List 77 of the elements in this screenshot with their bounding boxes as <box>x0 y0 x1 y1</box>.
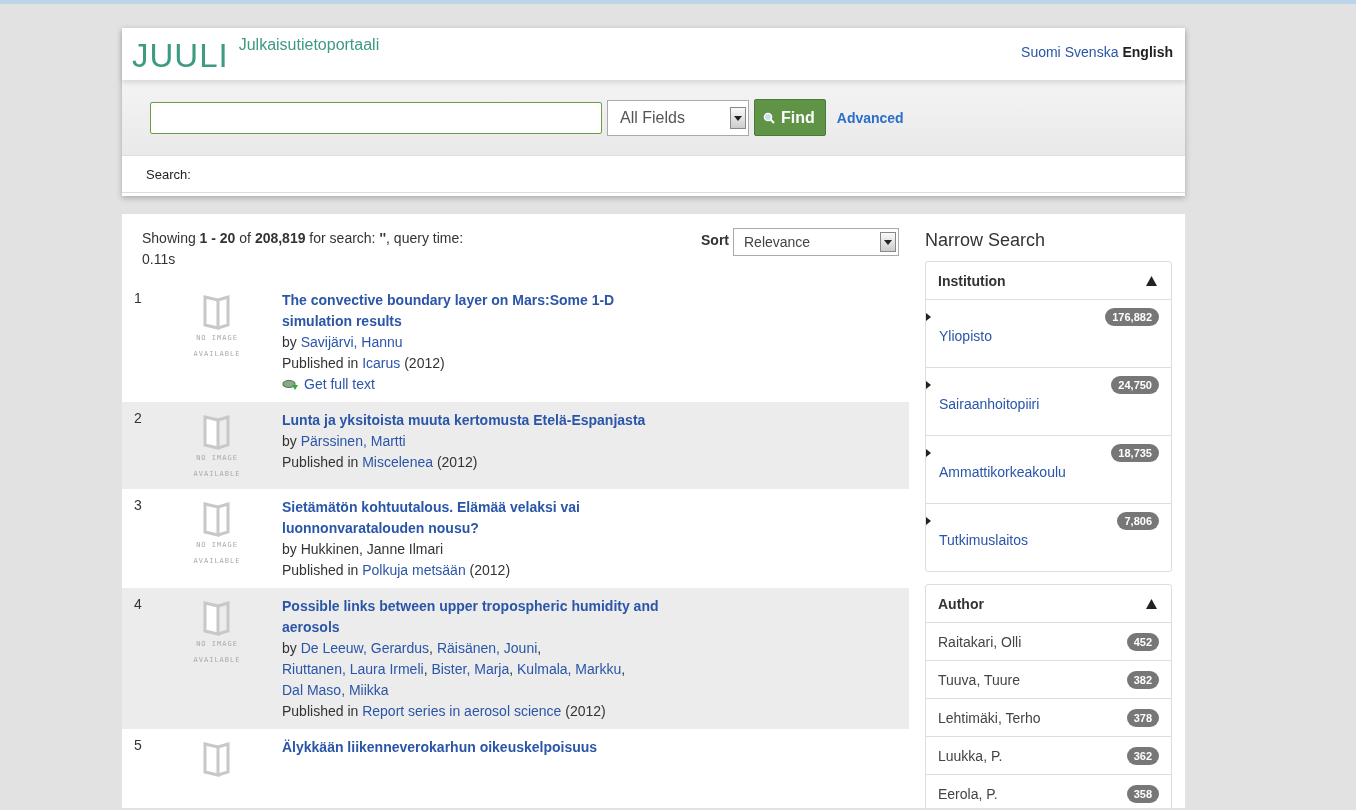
published-in-label: Published in <box>282 454 359 470</box>
result-title-link[interactable]: Possible links between upper tropospheric humidity and aerosols <box>282 596 672 638</box>
result-number: 4 <box>134 596 143 614</box>
result-number: 3 <box>134 497 143 515</box>
publication-year: (2012) <box>565 703 606 719</box>
expand-arrow-icon[interactable] <box>926 381 931 389</box>
publication-year: (2012) <box>404 355 445 371</box>
expand-arrow-icon[interactable] <box>926 449 931 457</box>
count-badge: 18,735 <box>1111 444 1159 462</box>
language-link[interactable]: Suomi <box>1021 44 1061 60</box>
journal-link[interactable]: Icarus <box>362 355 401 371</box>
published-in-label: Published in <box>282 562 359 578</box>
count-badge: 358 <box>1126 784 1159 803</box>
facet-title[interactable]: Author <box>938 595 984 612</box>
facet-item[interactable]: Tuuva, Tuure <box>938 671 1020 688</box>
facet-link[interactable]: Yliopisto <box>939 328 992 344</box>
book-placeholder-icon <box>202 741 232 777</box>
publication-year: (2012) <box>469 562 511 578</box>
author-link[interactable]: Dal Maso, Miikka <box>282 682 389 698</box>
result-title-link[interactable]: Lunta ja yksitoista muuta kertomusta Etelä-Espanjasta <box>282 410 672 431</box>
search-type-dropdown[interactable]: All Fields <box>607 99 749 136</box>
author-link[interactable]: Riuttanen, Laura Irmeli <box>282 661 424 677</box>
language-link[interactable]: Svenska <box>1064 44 1119 60</box>
search-icon <box>763 111 775 124</box>
facet-link[interactable]: Ammattikorkeakoulu <box>939 464 1066 480</box>
find-button[interactable]: Find <box>754 99 826 136</box>
count-badge: 382 <box>1126 670 1159 689</box>
search-field[interactable] <box>150 101 602 134</box>
collapse-triangle-icon[interactable] <box>1146 598 1157 609</box>
facet-item[interactable]: Luukka, P. <box>938 747 1003 764</box>
author-line: by De Leeuw, Gerardus, Räisänen, Jouni, Riuttanen, Laura Irmeli, Bister, Marja, Kulmala, Markku, Dal Maso, Miikka <box>282 639 627 700</box>
advanced-search-link[interactable]: Advanced <box>836 109 904 126</box>
site-subtitle: Julkaisutietoportaali <box>238 36 380 54</box>
published-in-label: Published in <box>282 355 359 371</box>
count-badge: 452 <box>1126 632 1159 651</box>
published-in-label: Published in <box>282 703 359 719</box>
language-link[interactable]: English <box>1122 44 1173 60</box>
count-badge: 7,806 <box>1117 512 1159 530</box>
count-badge: 24,750 <box>1111 376 1159 394</box>
journal-link[interactable]: Miscelenea <box>362 454 433 470</box>
collapse-triangle-icon[interactable] <box>1146 275 1157 286</box>
book-placeholder-icon <box>202 294 232 330</box>
author-line: by Savijärvi, Hannu <box>282 333 404 352</box>
sort-dropdown[interactable]: Relevance <box>733 228 899 256</box>
facet-item[interactable]: Raitakari, Olli <box>938 633 1022 650</box>
result-number: 2 <box>134 410 143 428</box>
result-number: 1 <box>134 290 143 308</box>
link-icon <box>282 378 300 391</box>
breadcrumb-text: Search: <box>122 155 1185 193</box>
author-line: by Hukkinen, Janne Ilmari <box>282 540 445 559</box>
book-placeholder-icon <box>202 414 232 450</box>
results-summary: Showing 1 - 20 of 208,819 for search: '', query time: 0.11s <box>142 229 465 269</box>
result-title-link[interactable]: Sietämätön kohtuutalous. Elämää velaksi vai luonnonvaratalouden nousu? <box>282 497 672 539</box>
sort-label: Sort <box>701 231 729 250</box>
result-number: 5 <box>134 737 143 755</box>
facet-item[interactable]: Eerola, P. <box>938 785 998 802</box>
author-link[interactable]: Pärssinen, Martti <box>300 433 406 449</box>
facet-link[interactable]: Tutkimuslaitos <box>939 532 1028 548</box>
facet-title[interactable]: Institution <box>938 272 1006 289</box>
author-link[interactable]: Savijärvi, Hannu <box>300 334 403 350</box>
journal-link[interactable]: Polkuja metsään <box>362 562 466 578</box>
publication-year: (2012) <box>436 454 478 470</box>
result-title-link[interactable]: The convective boundary layer on Mars:Some 1-D simulation results <box>282 290 672 332</box>
count-badge: 362 <box>1126 746 1159 765</box>
count-badge: 176,882 <box>1105 308 1159 326</box>
result-title-link[interactable]: Älykkään liikenneverokarhun oikeuskelpoisuus <box>282 737 672 758</box>
full-text-link[interactable]: Get full text <box>304 374 375 395</box>
facet-link[interactable]: Sairaanhoitopiiri <box>939 396 1040 412</box>
sidebar-title: Narrow Search <box>925 230 1047 251</box>
facet-item[interactable]: Lehtimäki, Terho <box>938 709 1041 726</box>
book-placeholder-icon <box>202 501 232 537</box>
expand-arrow-icon[interactable] <box>926 517 931 525</box>
journal-link[interactable]: Report series in aerosol science <box>362 703 562 719</box>
expand-arrow-icon[interactable] <box>926 313 931 321</box>
book-placeholder-icon <box>202 600 232 636</box>
count-badge: 378 <box>1126 708 1159 727</box>
author-line: by Pärssinen, Martti <box>282 432 407 451</box>
